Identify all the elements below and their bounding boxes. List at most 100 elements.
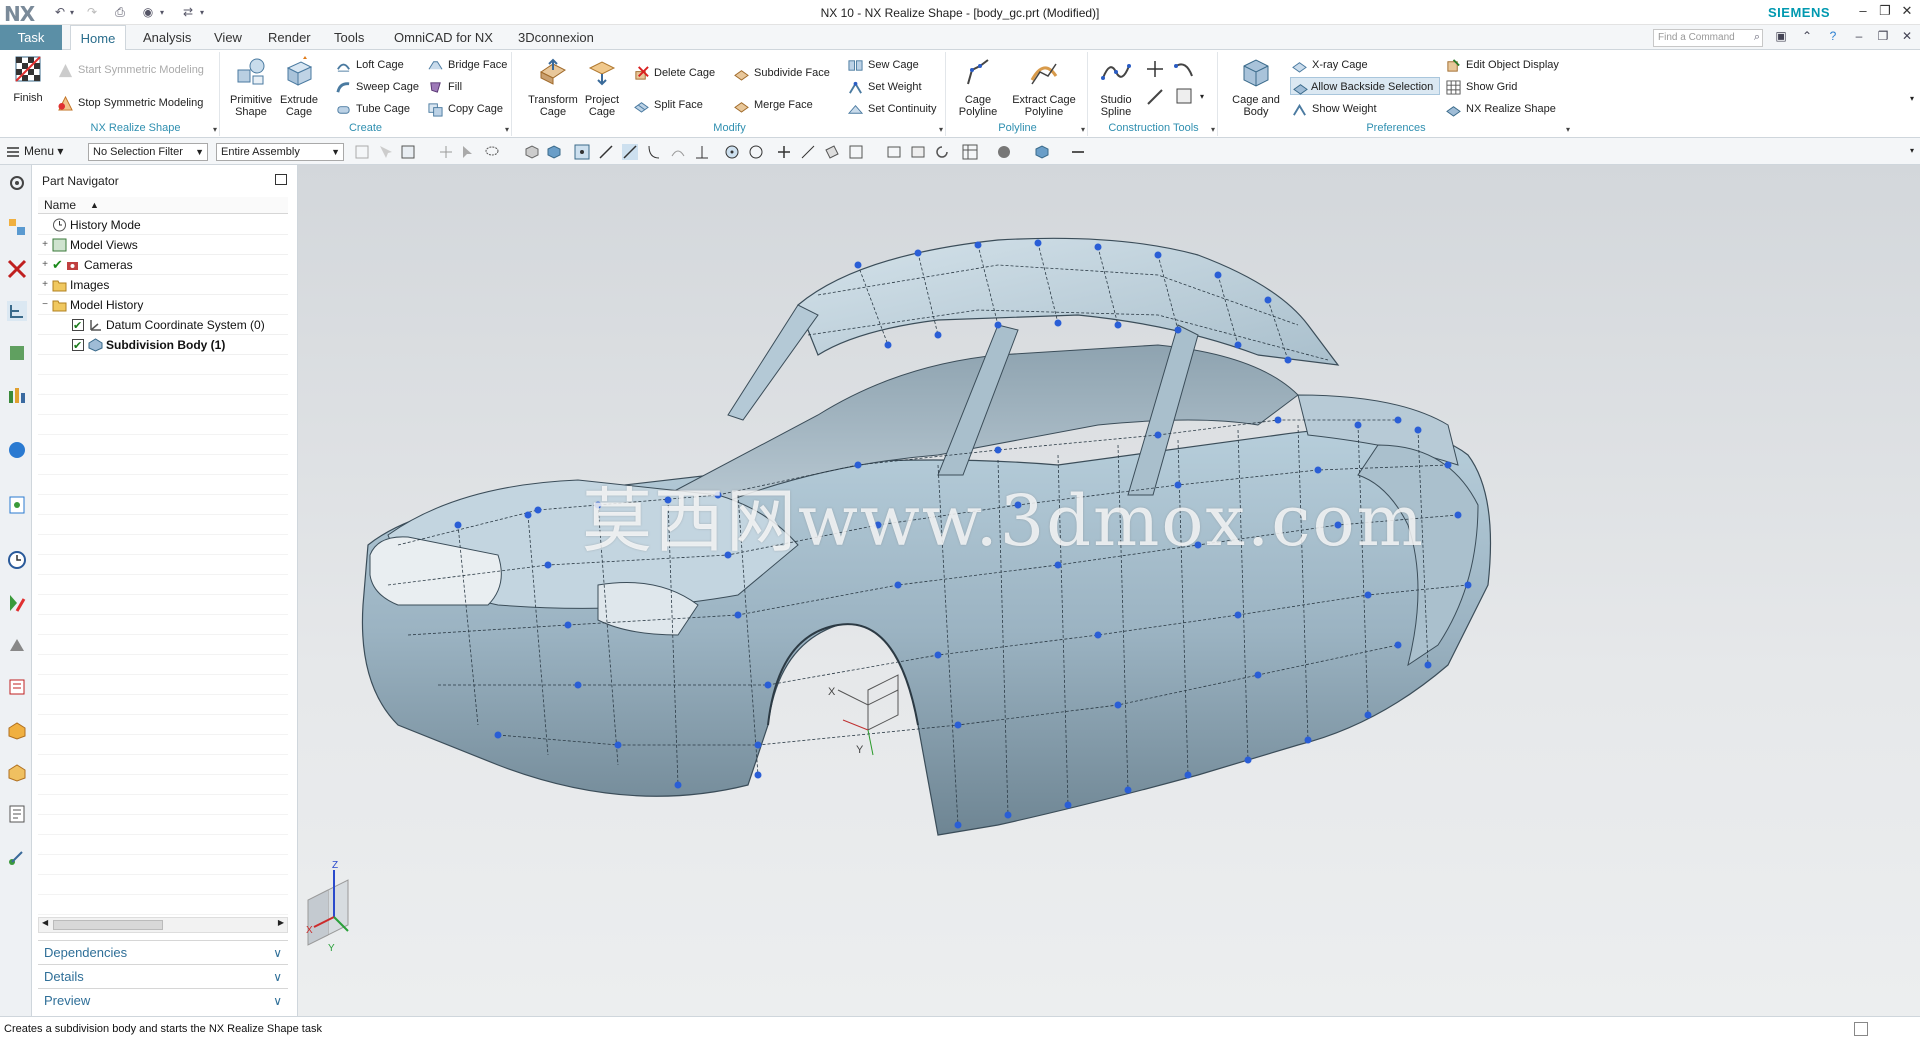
bridge-face-button[interactable]: Bridge Face (428, 56, 507, 74)
edit-object-display-button[interactable]: Edit Object Display (1446, 56, 1559, 74)
plane-dropdown-icon[interactable]: ▾ (1200, 92, 1204, 101)
intersection-icon[interactable] (670, 144, 686, 160)
modify-more-icon[interactable]: ▾ (939, 125, 943, 134)
point-icon[interactable] (1146, 60, 1164, 78)
merge-face-button[interactable]: Merge Face (734, 96, 813, 114)
section-dependencies[interactable]: Dependencies ∨ (38, 940, 288, 964)
cage-polyline-button[interactable]: Cage Polyline (956, 56, 1000, 118)
arc-icon[interactable] (1174, 60, 1196, 78)
group-more-icon[interactable]: ▾ (213, 125, 217, 134)
restore-icon[interactable]: ❐ (1876, 3, 1894, 21)
tube-cage-button[interactable]: Tube Cage (336, 100, 410, 118)
subdivide-face-button[interactable]: Subdivide Face (734, 64, 830, 82)
connection-icon[interactable] (7, 847, 27, 867)
report-icon[interactable] (7, 804, 27, 824)
perpendicular-icon[interactable] (694, 144, 710, 160)
rotate-icon[interactable] (934, 144, 950, 160)
construction-more-icon[interactable]: ▾ (1211, 125, 1215, 134)
extrude-cage-button[interactable]: Extrude Cage (278, 56, 320, 118)
doc-restore-icon[interactable]: ❐ (1874, 29, 1892, 47)
zoom-icon[interactable] (910, 144, 926, 160)
select-box-icon[interactable] (400, 144, 416, 160)
show-weight-button[interactable]: Show Weight (1292, 100, 1377, 118)
orient-view-icon[interactable] (962, 144, 978, 160)
clock-icon[interactable] (7, 550, 27, 570)
section-preview[interactable]: Preview ∨ (38, 988, 288, 1012)
history-palette-icon[interactable] (7, 495, 27, 515)
process-studio-icon[interactable] (7, 677, 27, 697)
menu-button[interactable]: Menu ▾ (6, 142, 63, 161)
set-continuity-button[interactable]: Set Continuity (848, 100, 936, 118)
tab-view[interactable]: View (212, 25, 244, 50)
tree-item-datum-csys[interactable]: Datum Coordinate System (0) (38, 315, 288, 336)
help-icon[interactable]: ? (1824, 29, 1842, 47)
selection-filter-select[interactable]: No Selection Filter ▼ (88, 143, 208, 161)
tab-3dconnexion[interactable]: 3Dconnexion (516, 25, 596, 50)
finish-button[interactable]: Finish (6, 54, 50, 104)
expand-icon[interactable]: + (40, 255, 50, 275)
tree-item-images[interactable]: + Images (38, 275, 288, 295)
view-cube-icon[interactable] (1034, 144, 1050, 160)
set-weight-button[interactable]: Set Weight (848, 78, 922, 96)
tree-item-history-mode[interactable]: History Mode (38, 215, 288, 235)
end-point-icon[interactable] (598, 144, 614, 160)
delete-cage-button[interactable]: Delete Cage (634, 64, 715, 82)
part-navigator-icon[interactable] (7, 301, 27, 321)
select-feature-icon[interactable] (354, 144, 370, 160)
tab-home[interactable]: Home (70, 25, 126, 51)
sew-cage-button[interactable]: Sew Cage (848, 56, 919, 74)
visibility-checkbox[interactable] (72, 316, 84, 336)
hd3d-tools-icon[interactable] (7, 385, 27, 405)
status-window-icon[interactable] (1854, 1022, 1868, 1036)
toolbar-options-icon[interactable]: ▾ (1910, 146, 1914, 155)
xray-cage-button[interactable]: X-ray Cage (1292, 56, 1368, 74)
tree-item-model-views[interactable]: + Model Views (38, 235, 288, 255)
tree-item-cameras[interactable]: + ✔ Cameras (38, 255, 288, 275)
solid-body-icon[interactable] (524, 144, 540, 160)
point-on-face-icon[interactable] (824, 144, 840, 160)
expand-icon[interactable]: + (40, 275, 50, 295)
nx-realize-shape-pref-button[interactable]: NX Realize Shape (1446, 100, 1556, 118)
show-hide-icon[interactable] (1070, 144, 1086, 160)
cage-and-body-button[interactable]: Cage and Body (1228, 56, 1284, 118)
doc-minimize-icon[interactable]: – (1850, 29, 1868, 47)
section-details[interactable]: Details ∨ (38, 964, 288, 988)
window-layout-icon[interactable]: ▣ (1772, 29, 1790, 47)
allow-backside-selection-button[interactable]: Allow Backside Selection (1290, 77, 1440, 95)
tab-analysis[interactable]: Analysis (141, 25, 193, 50)
scroll-right-icon[interactable]: ▶ (278, 918, 284, 927)
shaded-icon[interactable] (546, 144, 562, 160)
reuse-library-icon[interactable] (7, 343, 27, 363)
car-body-model[interactable]: X Y Z X Y (298, 165, 1920, 1016)
tree-item-model-history[interactable]: − Model History (38, 295, 288, 315)
studio-spline-button[interactable]: Studio Spline (1096, 56, 1136, 118)
expand-icon[interactable]: + (40, 235, 50, 255)
snap-point-icon[interactable] (438, 144, 454, 160)
quadrant-icon[interactable] (748, 144, 764, 160)
assembly-navigator-icon[interactable] (7, 217, 27, 237)
start-symmetric-modeling-button[interactable]: Start Symmetric Modeling (58, 61, 204, 79)
collapse-icon[interactable]: − (40, 295, 50, 315)
copy-cage-button[interactable]: Copy Cage (428, 100, 503, 118)
transform-cage-button[interactable]: Transform Cage (528, 56, 578, 118)
plane-icon[interactable] (1174, 86, 1194, 106)
loft-cage-button[interactable]: Loft Cage (336, 56, 404, 74)
polyline-more-icon[interactable]: ▾ (1081, 125, 1085, 134)
lasso-icon[interactable] (484, 144, 500, 160)
project-cage-button[interactable]: Project Cage (580, 56, 624, 118)
column-header-name[interactable]: Name ▲ (38, 197, 288, 214)
arc-center-icon[interactable] (724, 144, 740, 160)
web-browser-icon[interactable] (7, 440, 27, 460)
preferences-more-icon[interactable]: ▾ (1566, 125, 1570, 134)
search-icon[interactable]: ⌕ (1754, 31, 1760, 44)
system-materials-icon[interactable] (7, 635, 27, 655)
tab-tools[interactable]: Tools (332, 25, 366, 50)
bounded-grid-icon[interactable] (848, 144, 864, 160)
primitive-shape-button[interactable]: Primitive Shape (230, 56, 272, 118)
sweep-cage-button[interactable]: Sweep Cage (336, 78, 419, 96)
cam-library-icon[interactable] (7, 762, 27, 782)
roles-icon[interactable] (7, 593, 27, 613)
existing-point-icon[interactable] (776, 144, 792, 160)
graphics-window[interactable]: X Y Z X Y 莫西网www.3dmox.com (298, 165, 1920, 1016)
scroll-left-icon[interactable]: ◀ (42, 918, 48, 927)
